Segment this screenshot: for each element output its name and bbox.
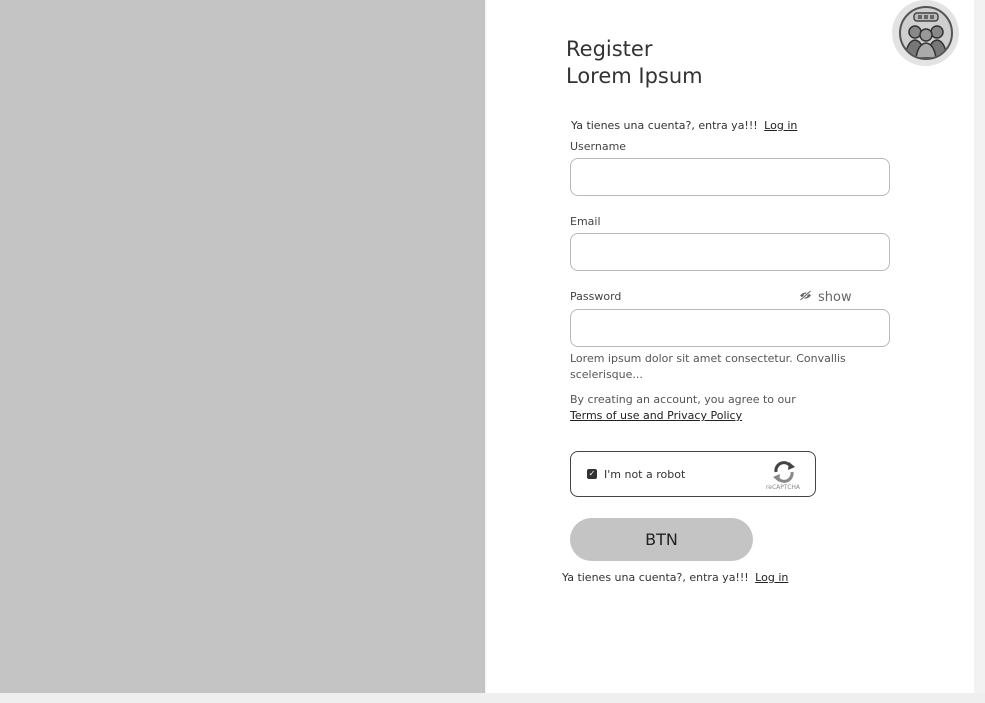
title-line-2: Lorem Ipsum <box>566 64 703 88</box>
title-line-1: Register <box>566 37 653 61</box>
recaptcha-checkbox[interactable]: ✓ <box>587 469 597 479</box>
bottom-margin <box>0 693 985 703</box>
terms-notice: By creating an account, you agree to our… <box>570 392 796 424</box>
eye-off-icon <box>799 290 812 305</box>
password-input[interactable] <box>570 309 890 347</box>
email-label: Email <box>570 215 601 228</box>
top-login-prompt: Ya tienes una cuenta?, entra ya!!! <box>571 119 758 132</box>
bottom-login-link[interactable]: Log in <box>755 571 788 584</box>
username-input[interactable] <box>570 158 890 196</box>
recaptcha-brand: reCAPTCHA <box>765 484 800 491</box>
avatar[interactable] <box>892 0 959 66</box>
show-password-toggle[interactable]: show <box>799 290 852 305</box>
terms-text: By creating an account, you agree to our <box>570 393 796 406</box>
right-margin <box>974 0 985 693</box>
top-login-row: Ya tienes una cuenta?, entra ya!!! Log i… <box>571 119 797 132</box>
password-label: Password <box>570 290 622 303</box>
bottom-login-row: Ya tienes una cuenta?, entra ya!!! Log i… <box>562 571 788 584</box>
recaptcha-label: I'm not a robot <box>604 468 686 481</box>
show-label: show <box>818 290 852 305</box>
group-users-icon <box>898 6 953 60</box>
password-hint: Lorem ipsum dolor sit amet consectetur. … <box>570 352 846 381</box>
username-label: Username <box>570 140 627 153</box>
recaptcha-widget: ✓ I'm not a robot reCAPTCHA <box>570 451 816 497</box>
image-placeholder <box>0 0 485 693</box>
submit-button[interactable]: BTN <box>570 518 753 561</box>
bottom-login-prompt: Ya tienes una cuenta?, entra ya!!! <box>562 571 749 584</box>
email-input[interactable] <box>570 233 890 271</box>
top-login-link[interactable]: Log in <box>764 119 797 132</box>
page-title: Register Lorem Ipsum <box>566 36 703 90</box>
terms-link[interactable]: Terms of use and Privacy Policy <box>570 408 796 424</box>
